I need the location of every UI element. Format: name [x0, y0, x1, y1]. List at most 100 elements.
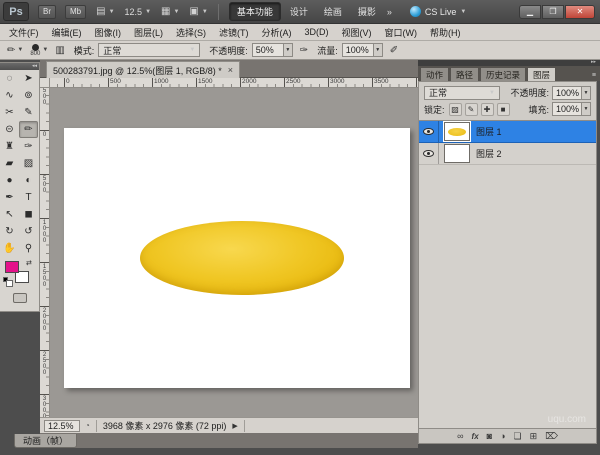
panel-tab-图层[interactable]: 图层	[527, 67, 557, 81]
type-tool[interactable]: T	[19, 189, 38, 206]
layer-fill-slider-button[interactable]: ▼	[582, 102, 591, 116]
launch-mini-bridge-button[interactable]: Mb	[65, 4, 87, 19]
link-layers-icon[interactable]: ∞	[457, 431, 463, 441]
lock-all[interactable]: ■	[496, 102, 510, 116]
menu-编辑[interactable]: 编辑(E)	[52, 26, 82, 39]
history-brush-tool[interactable]: ✑	[19, 138, 38, 155]
workspace-button-基本功能[interactable]: 基本功能	[228, 2, 281, 21]
layer-blend-mode-select[interactable]: 正常 ▼	[424, 85, 500, 100]
zoom-tool[interactable]: ⚲	[19, 240, 38, 257]
canvas[interactable]	[64, 128, 410, 388]
new-adjustment-layer-icon[interactable]: ◑	[500, 431, 505, 441]
menu-选择[interactable]: 选择(S)	[176, 26, 206, 39]
marquee-tool[interactable]: ◌	[0, 70, 19, 87]
vertical-ruler[interactable]: 500 0 500 1000 1500 2000 2500 3000	[40, 88, 50, 417]
eyedropper-tool[interactable]: ✎	[19, 104, 38, 121]
layer-thumbnail[interactable]	[444, 144, 470, 163]
flow-input[interactable]: 100%	[341, 43, 374, 57]
panel-tab-路径[interactable]: 路径	[450, 67, 480, 81]
visibility-toggle[interactable]	[419, 143, 439, 164]
panel-tab-动作[interactable]: 动作	[420, 67, 450, 81]
swap-colors-icon[interactable]: ⇄	[26, 259, 32, 267]
hand-tool[interactable]: ✋	[0, 240, 19, 257]
layer-row[interactable]: 图层 1	[419, 121, 596, 143]
brush-tool[interactable]: ✏	[19, 121, 38, 138]
restore-button[interactable]: ❐	[542, 4, 564, 19]
menu-窗口[interactable]: 窗口(W)	[385, 26, 418, 39]
airbrush-button[interactable]: ✐	[390, 45, 398, 56]
lock-position[interactable]: ✚	[480, 102, 494, 116]
menu-视图[interactable]: 视图(V)	[342, 26, 372, 39]
lock-transparent-pixels[interactable]: ▨	[448, 102, 462, 116]
screen-mode-dropdown[interactable]: ▣ ▼	[189, 6, 207, 17]
shape-tool[interactable]: ◼	[19, 206, 38, 223]
status-menu-icon[interactable]: ▶	[232, 422, 237, 430]
add-layer-mask-icon[interactable]: ◙	[487, 431, 492, 441]
menu-图层[interactable]: 图层(L)	[134, 26, 163, 39]
workspace-button-绘画[interactable]: 绘画	[317, 3, 349, 20]
menu-帮助[interactable]: 帮助(H)	[430, 26, 461, 39]
new-layer-icon[interactable]: ⊞	[530, 431, 538, 442]
document-info[interactable]: 3968 像素 x 2976 像素 (72 ppi) ▶	[95, 419, 245, 432]
default-colors-icon[interactable]	[3, 277, 13, 287]
gradient-tool[interactable]: ▨	[19, 155, 38, 172]
tablet-pressure-opacity-button[interactable]: ✑	[300, 45, 308, 56]
flow-slider-button[interactable]: ▼	[373, 43, 383, 57]
document-tab[interactable]: 500283791.jpg @ 12.5%(图层 1, RGB/8) * ×	[46, 61, 240, 78]
workspace-button-摄影[interactable]: 摄影	[351, 3, 383, 20]
spot-healing-tool[interactable]: ⊝	[0, 121, 19, 138]
move-tool[interactable]: ➤	[19, 70, 38, 87]
layer-fill-input[interactable]: 100%	[552, 102, 582, 116]
3d-orbit-tool[interactable]: ↺	[19, 223, 38, 240]
close-button[interactable]: ✕	[565, 4, 595, 19]
animation-panel-tab[interactable]: 动画（帧）	[14, 434, 78, 448]
workspace-button-设计[interactable]: 设计	[283, 3, 315, 20]
menu-滤镜[interactable]: 滤镜(T)	[219, 26, 249, 39]
tool-preset-picker[interactable]: ✏ ▼	[7, 45, 23, 56]
layer-style-icon[interactable]: fx	[472, 432, 479, 441]
layer-opacity-slider-button[interactable]: ▼	[582, 85, 591, 100]
arrange-documents-dropdown[interactable]: ▦ ▼	[161, 6, 179, 17]
blend-mode-select[interactable]: 正常 ▼	[98, 43, 201, 57]
close-tab-icon[interactable]: ×	[228, 65, 233, 75]
zoom-level-dropdown[interactable]: 12.5 ▼	[125, 7, 151, 17]
dodge-tool[interactable]: ◐	[19, 172, 38, 189]
opacity-slider-button[interactable]: ▼	[283, 43, 293, 57]
foreground-color-swatch[interactable]	[5, 261, 19, 273]
visibility-toggle[interactable]	[419, 121, 439, 142]
status-zoom-input[interactable]: 12.5%	[44, 419, 80, 432]
layer-opacity-input[interactable]: 100%	[552, 85, 582, 100]
delete-layer-icon[interactable]: ⌦	[545, 431, 558, 442]
minimize-button[interactable]: ▁	[519, 4, 541, 19]
cs-live-button[interactable]: CS Live ▼	[409, 6, 466, 17]
pen-tool[interactable]: ✒	[0, 189, 19, 206]
layer-thumbnail[interactable]	[443, 121, 471, 142]
3d-rotate-tool[interactable]: ↻	[0, 223, 19, 240]
eraser-tool[interactable]: ▰	[0, 155, 19, 172]
brush-picker[interactable]: 800 ▼	[30, 43, 48, 57]
clone-stamp-tool[interactable]: ♜	[0, 138, 19, 155]
launch-bridge-button[interactable]: Br	[38, 4, 56, 19]
lasso-tool[interactable]: ∿	[0, 87, 19, 104]
lock-image-pixels[interactable]: ✎	[464, 102, 478, 116]
quick-selection-tool[interactable]: ⊚	[19, 87, 38, 104]
crop-tool[interactable]: ✂	[0, 104, 19, 121]
path-selection-tool[interactable]: ↖	[0, 206, 19, 223]
panel-tab-历史记录[interactable]: 历史记录	[480, 67, 527, 81]
panel-menu-icon[interactable]: ≡	[592, 72, 596, 79]
workspace-overflow-button[interactable]: »	[387, 7, 392, 17]
view-extras-dropdown[interactable]: ▤ ▼	[96, 6, 114, 17]
horizontal-ruler[interactable]: 05001000150020002500300035004000	[50, 78, 418, 88]
collapse-tools-icon[interactable]: ◂◂	[0, 63, 39, 70]
opacity-input[interactable]: 50%	[251, 43, 284, 57]
menu-文件[interactable]: 文件(F)	[9, 26, 39, 39]
quick-mask-button[interactable]	[12, 293, 27, 303]
new-group-icon[interactable]: ❏	[514, 431, 522, 442]
pasteboard[interactable]	[50, 88, 418, 417]
toggle-brush-panel-button[interactable]: ▥	[55, 45, 64, 56]
menu-3D[interactable]: 3D(D)	[305, 27, 329, 37]
blur-tool[interactable]: ●	[0, 172, 19, 189]
menu-图像[interactable]: 图像(I)	[95, 26, 122, 39]
menu-分析[interactable]: 分析(A)	[262, 26, 292, 39]
layer-row[interactable]: 图层 2	[419, 143, 596, 165]
